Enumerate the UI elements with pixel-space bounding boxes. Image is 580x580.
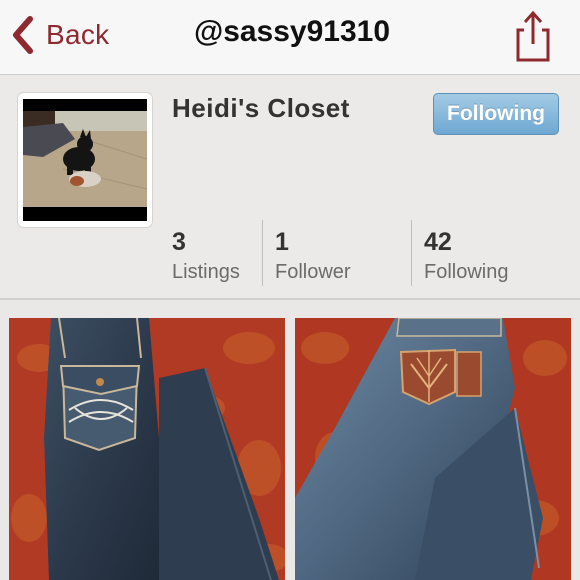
stat-value: 3: [172, 228, 186, 256]
following-button[interactable]: Following: [433, 93, 559, 135]
stat-listings[interactable]: 3 Listings: [172, 227, 240, 287]
stat-divider: [262, 220, 263, 286]
share-button[interactable]: [510, 8, 554, 64]
stat-value: 42: [424, 228, 452, 256]
closet-header: Heidi's Closet Following 3 Listings 1 Fo…: [0, 75, 580, 300]
stat-divider: [411, 220, 412, 286]
stat-value: 1: [275, 228, 289, 256]
stat-label: Following: [424, 261, 509, 283]
listing-photo-jeans-front-pocket: [9, 318, 285, 580]
listing-tile[interactable]: [295, 318, 571, 580]
listing-photo-jeans-back-pocket: [295, 318, 571, 580]
avatar-photo: [23, 99, 147, 221]
stat-following[interactable]: 42 Following: [424, 227, 508, 287]
navigation-bar: Back @sassy91310: [0, 0, 580, 75]
closet-name: Heidi's Closet: [172, 93, 350, 123]
share-icon: [510, 10, 554, 68]
stat-label: Listings: [172, 261, 240, 283]
avatar[interactable]: [18, 93, 152, 227]
stat-followers[interactable]: 1 Follower: [275, 227, 351, 287]
listing-grid: [0, 300, 580, 580]
stat-label: Follower: [275, 261, 351, 283]
page-title: @sassy91310: [193, 15, 391, 48]
listing-tile[interactable]: [9, 318, 285, 580]
